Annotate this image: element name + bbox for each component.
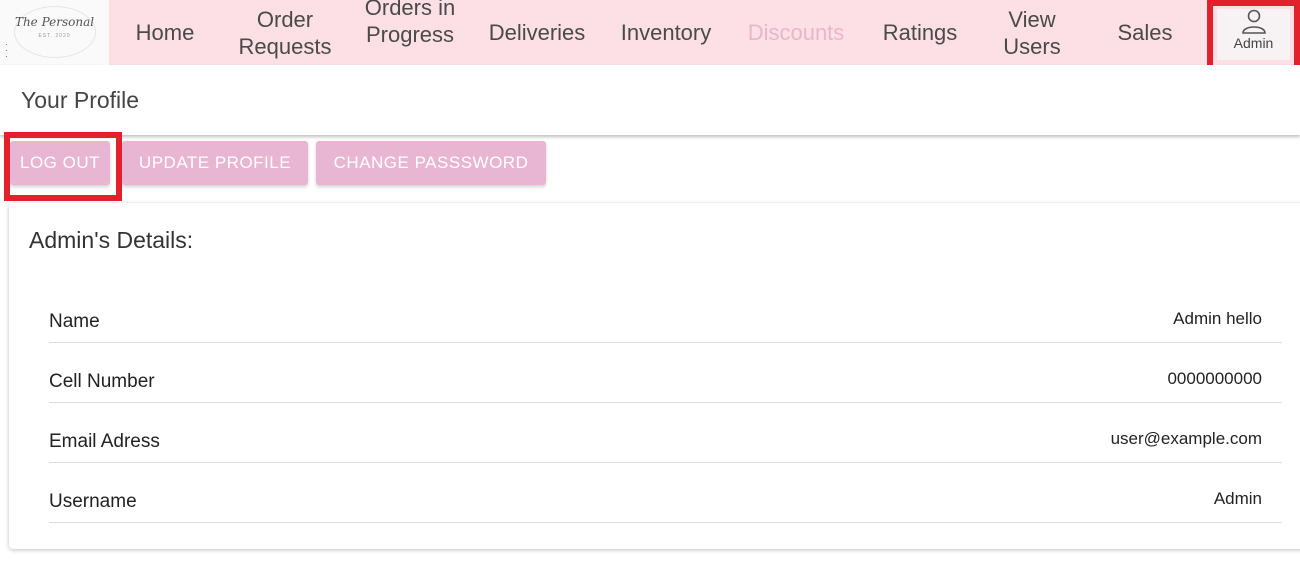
details-card: Admin's Details: Name Admin hello Cell N…	[9, 203, 1300, 549]
detail-label: Username	[49, 491, 137, 512]
nav-home[interactable]: Home	[120, 0, 210, 65]
change-password-button[interactable]: CHANGE PASSSWORD	[316, 141, 546, 185]
detail-label: Cell Number	[49, 371, 155, 392]
update-profile-button[interactable]: UPDATE PROFILE	[122, 141, 308, 185]
detail-value: Admin	[1213, 489, 1262, 508]
profile-header: Your Profile	[0, 65, 1300, 135]
account-button[interactable]: Admin	[1217, 9, 1290, 60]
logo-subtext: EST. 2020	[38, 33, 71, 39]
nav-discounts[interactable]: Discounts	[738, 0, 854, 65]
nav-ratings[interactable]: Ratings	[870, 0, 970, 65]
logout-button[interactable]: LOG OUT	[10, 141, 110, 185]
detail-value: Admin hello	[1173, 309, 1262, 328]
person-icon	[1241, 9, 1266, 34]
detail-value: user@example.com	[1110, 429, 1262, 448]
page-title: Your Profile	[21, 87, 140, 113]
detail-row-name: Name Admin hello	[49, 283, 1282, 343]
nav-inventory[interactable]: Inventory	[610, 0, 722, 65]
top-navbar: The Personal EST. 2020 · · · Home Order Re…	[0, 0, 1300, 65]
detail-label: Name	[49, 311, 100, 332]
logo-emblem	[14, 6, 96, 58]
nav-sales[interactable]: Sales	[1100, 0, 1190, 65]
nav-orders-in-progress[interactable]: Orders in Progress	[358, 0, 462, 65]
nav-order-requests[interactable]: Order Requests	[232, 0, 338, 65]
details-heading: Admin's Details:	[29, 227, 194, 253]
detail-value: 0000000000	[1167, 369, 1262, 388]
logo-text: The Personal	[14, 15, 95, 29]
detail-row-email: Email Adress user@example.com	[49, 403, 1282, 463]
brand-logo[interactable]: The Personal EST. 2020 · · ·	[0, 0, 109, 65]
account-label: Admin	[1233, 35, 1274, 51]
nav-deliveries[interactable]: Deliveries	[480, 0, 594, 65]
detail-label: Email Adress	[49, 431, 160, 452]
nav-view-users[interactable]: View Users	[990, 0, 1074, 65]
detail-row-cell-number: Cell Number 0000000000	[49, 343, 1282, 403]
logo-mark: · · ·	[5, 40, 8, 61]
detail-row-username: Username Admin	[49, 463, 1282, 523]
